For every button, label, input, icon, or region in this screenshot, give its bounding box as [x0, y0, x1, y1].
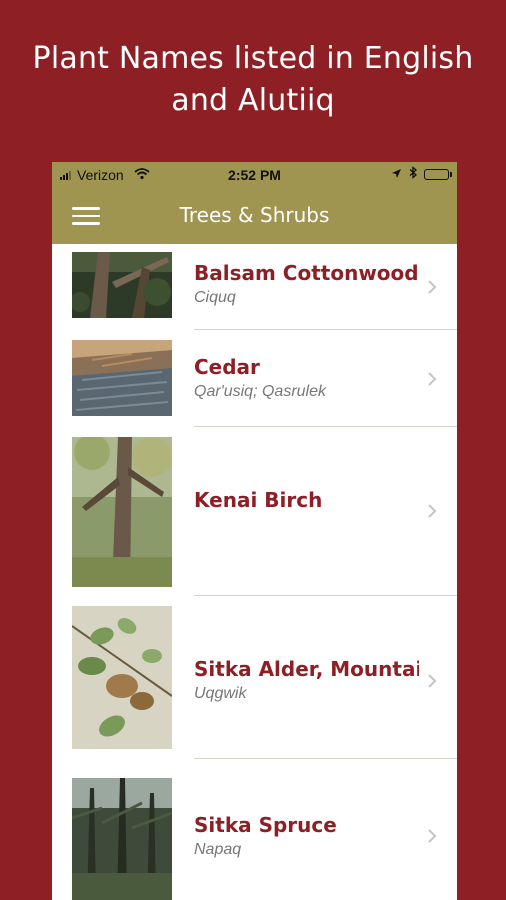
list-item[interactable]: Sitka Spruce Napaq — [52, 768, 457, 900]
item-subtitle: Napaq — [194, 841, 242, 858]
chevron-right-icon — [428, 829, 437, 843]
battery-icon — [424, 168, 452, 180]
spruce-photo — [72, 778, 172, 900]
item-title: Kenai Birch — [194, 488, 323, 512]
item-title: Balsam Cottonwood, — [194, 261, 419, 285]
row-separator — [194, 758, 457, 759]
item-text: Kenai Birch — [194, 487, 419, 513]
item-text: Sitka Spruce Napaq — [194, 812, 419, 862]
item-subtitle: Qar'usiq; Qasrulek — [194, 383, 326, 400]
list-item[interactable]: Kenai Birch — [52, 427, 457, 596]
promo-headline-line-2: and Alutiiq — [171, 83, 335, 118]
birch-photo — [72, 437, 172, 587]
bluetooth-icon — [409, 166, 417, 182]
nav-bar: Trees & Shrubs — [52, 188, 457, 244]
item-text: Sitka Alder, Mountain Uqgwik — [194, 656, 419, 706]
item-title: Sitka Spruce — [194, 813, 337, 837]
list-item[interactable]: Balsam Cottonwood, Ciquq — [52, 244, 457, 330]
item-text: Balsam Cottonwood, Ciquq — [194, 260, 419, 310]
status-right — [391, 166, 452, 182]
phone-screen: Verizon 2:52 PM Trees & Shrubs Balsam Co… — [52, 162, 457, 900]
item-title: Sitka Alder, Mountain — [194, 657, 419, 681]
nav-title: Trees & Shrubs — [179, 203, 330, 227]
status-bar: Verizon 2:52 PM — [52, 162, 457, 188]
chevron-right-icon — [428, 674, 437, 688]
chevron-right-icon — [428, 372, 437, 386]
top-bar: Verizon 2:52 PM Trees & Shrubs — [52, 162, 457, 244]
alder-photo — [72, 606, 172, 749]
cedar-photo — [72, 340, 172, 416]
list-item[interactable]: Sitka Alder, Mountain Uqgwik — [52, 596, 457, 768]
item-subtitle: Ciquq — [194, 289, 236, 306]
item-text: Cedar Qar'usiq; Qasrulek — [194, 354, 419, 404]
location-icon — [391, 166, 402, 182]
promo-headline-line-1: Plant Names listed in English — [32, 41, 474, 76]
list-item[interactable]: Cedar Qar'usiq; Qasrulek — [52, 330, 457, 427]
item-title: Cedar — [194, 355, 260, 379]
cottonwood-photo — [72, 252, 172, 318]
chevron-right-icon — [428, 280, 437, 294]
chevron-right-icon — [428, 504, 437, 518]
promo-headline: Plant Names listed in English and Alutii… — [0, 38, 506, 122]
item-subtitle: Uqgwik — [194, 685, 247, 702]
